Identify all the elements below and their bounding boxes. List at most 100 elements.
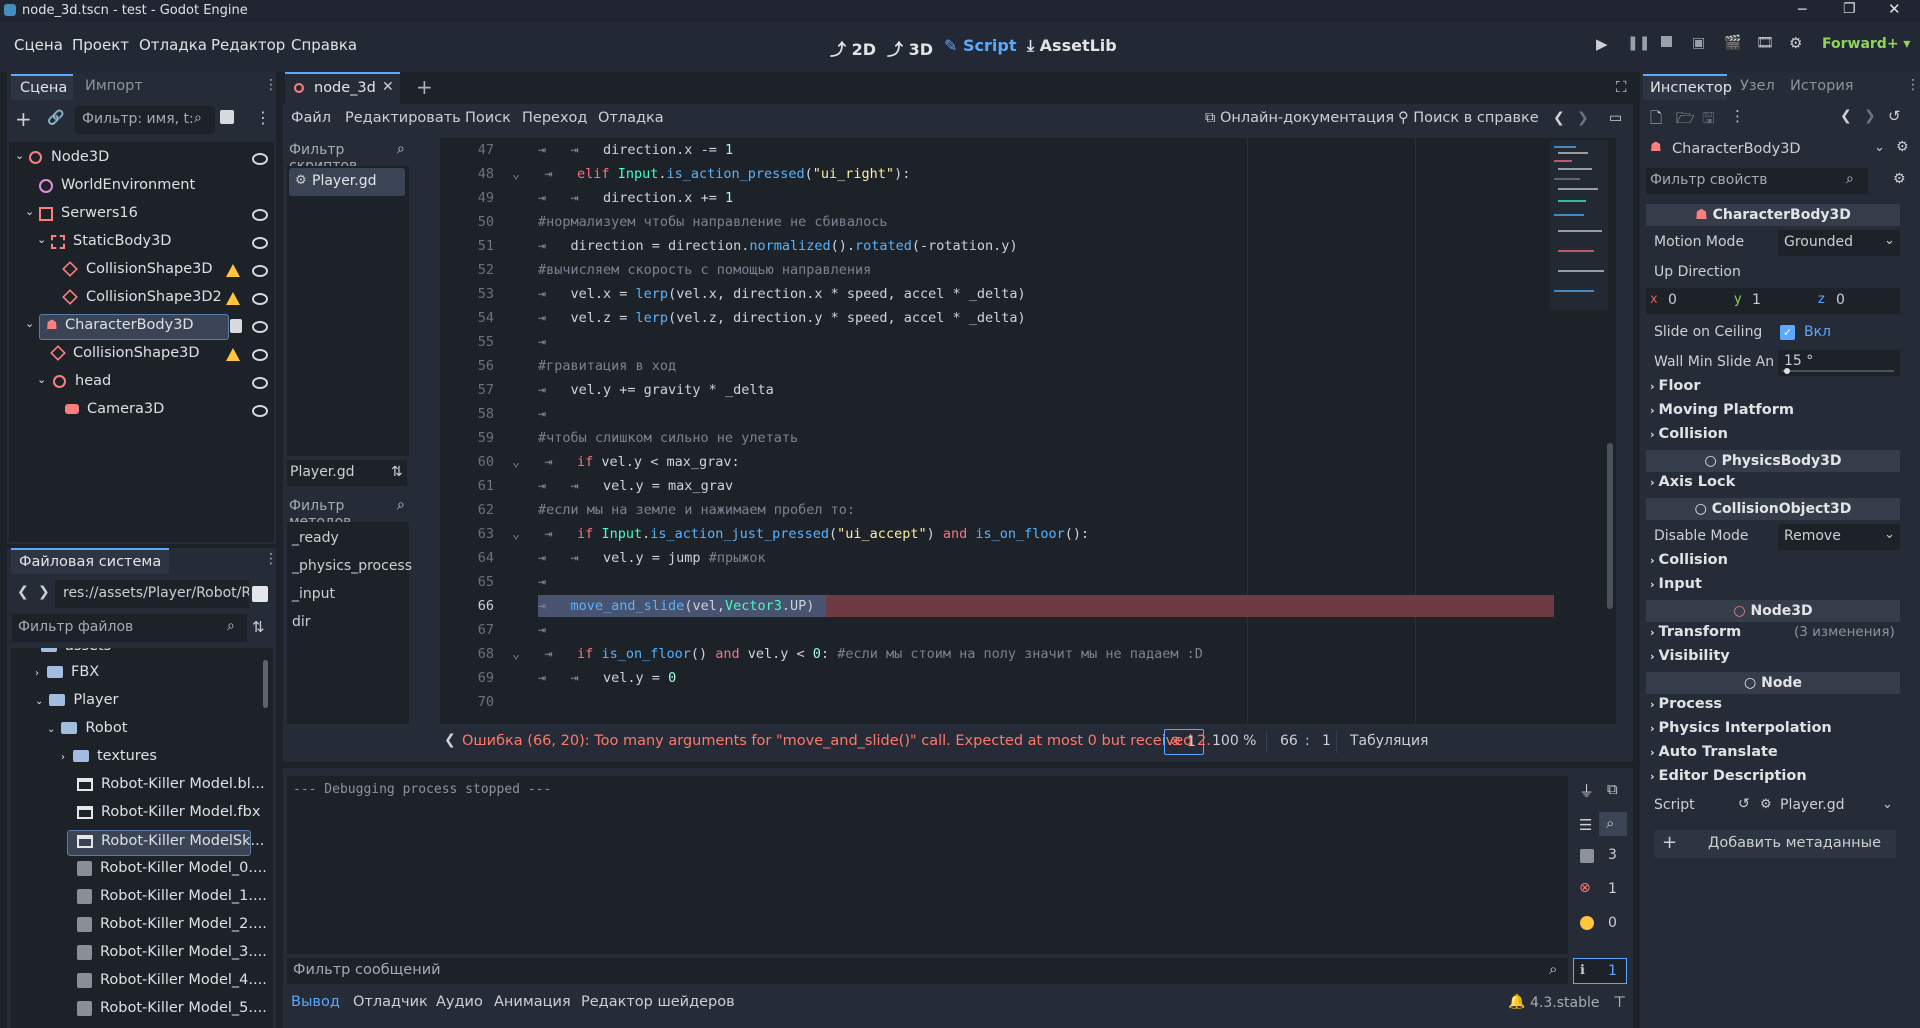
open-folder-icon[interactable]: 🗁 <box>1676 108 1695 133</box>
tab-shader-editor[interactable]: Редактор шейдеров <box>581 994 735 1010</box>
indent-mode[interactable]: Табуляция <box>1350 733 1428 749</box>
add-node-icon[interactable]: + <box>15 107 32 131</box>
method-item[interactable]: _input <box>292 586 335 602</box>
error-filter-icon[interactable]: ⊗ <box>1579 880 1591 896</box>
tab-node3d[interactable]: node_3d ✕ <box>285 72 400 104</box>
menu-debug-script[interactable]: Отладка <box>598 110 664 126</box>
section-visibility[interactable]: › Visibility <box>1646 648 1906 672</box>
file-item[interactable]: Robot-Killer Model_0.... <box>77 860 267 886</box>
toggle-scripts-icon[interactable]: ❮ <box>444 732 456 748</box>
warning-icon[interactable] <box>226 264 240 277</box>
folder-robot[interactable]: ⌄ Robot <box>47 720 127 746</box>
tree-node-node3d[interactable]: ⌄ Node3D <box>9 146 274 172</box>
section-moving-platform[interactable]: › Moving Platform <box>1646 402 1906 426</box>
info-filter-icon[interactable] <box>1580 849 1594 863</box>
tab-animation[interactable]: Анимация <box>494 994 571 1010</box>
search-toggle[interactable]: ⌕ <box>1599 812 1627 836</box>
collapse-icon[interactable]: ☰ <box>1579 816 1592 834</box>
filter-settings-icon[interactable]: ⚙ <box>1893 171 1906 187</box>
search-help-button[interactable]: ⚲ Поиск в справке <box>1398 110 1539 126</box>
script-resource-picker[interactable]: ⚙ Player.gd ⌄ <box>1760 794 1900 820</box>
dock-menu-icon[interactable]: ⋮ <box>1906 77 1920 93</box>
update-spinner-icon[interactable]: 🔔 <box>1508 994 1525 1010</box>
visibility-eye-icon[interactable] <box>252 293 268 305</box>
section-input[interactable]: › Input <box>1646 576 1906 600</box>
scene-options-icon[interactable]: ⋮ <box>255 108 271 127</box>
visibility-eye-icon[interactable] <box>252 209 268 221</box>
tab-output[interactable]: Вывод <box>291 994 340 1010</box>
prev-script-icon[interactable]: ❮ <box>1553 110 1565 126</box>
up-x-field[interactable]: 0 <box>1668 292 1677 308</box>
tab-inspector[interactable]: Инспектор <box>1643 74 1732 100</box>
visibility-eye-icon[interactable] <box>252 405 268 417</box>
object-tools-icon[interactable]: ⚙ <box>1896 139 1909 155</box>
file-item[interactable]: Robot-Killer Model.bl... <box>77 776 265 802</box>
menu-editor[interactable]: Редактор <box>211 36 285 54</box>
history-forward-icon[interactable]: ❯ <box>1864 108 1876 124</box>
method-item[interactable]: _physics_process <box>292 558 412 574</box>
method-item[interactable]: _ready <box>292 530 339 546</box>
path-field[interactable]: res://assets/Player/Robot/R <box>55 580 249 608</box>
visibility-eye-icon[interactable] <box>252 237 268 249</box>
play-icon[interactable]: ▶ <box>1596 35 1608 53</box>
split-mode-icon[interactable] <box>252 586 268 602</box>
file-item[interactable]: Robot-Killer Model_2.... <box>77 916 267 942</box>
menu-help[interactable]: Справка <box>291 36 357 54</box>
up-z-field[interactable]: 0 <box>1836 292 1845 308</box>
folder-assets[interactable]: assets <box>41 648 111 664</box>
visibility-eye-icon[interactable] <box>252 321 268 333</box>
tab-node[interactable]: Узел <box>1740 78 1775 94</box>
movie-maker-icon[interactable]: ⚙ <box>1789 34 1802 52</box>
code-scrollbar-thumb[interactable] <box>1607 443 1613 609</box>
tree-node-collisionshape3d-char[interactable]: CollisionShape3D <box>9 342 274 368</box>
copy-output-icon[interactable]: ⧉ <box>1607 780 1618 798</box>
link-icon[interactable]: 🔗 <box>47 110 64 126</box>
tab-debugger[interactable]: Отладчик <box>353 994 428 1010</box>
close-window-icon[interactable]: ✕ <box>1888 0 1901 18</box>
section-auto-translate[interactable]: › Auto Translate <box>1646 744 1906 768</box>
warning-filter-icon[interactable] <box>1580 916 1594 930</box>
add-metadata-button[interactable]: + Добавить метаданные <box>1654 830 1896 858</box>
section-collision[interactable]: › Collision <box>1646 426 1906 450</box>
menu-goto[interactable]: Переход <box>522 110 587 126</box>
online-docs-button[interactable]: ⧉ Онлайн-документация <box>1205 110 1394 126</box>
file-item[interactable]: Robot-Killer Model.fbx <box>77 804 260 830</box>
file-filter-input[interactable]: Фильтр файлов ⌕ <box>12 614 247 642</box>
error-count-button[interactable]: ⊗ 1 <box>1164 729 1204 755</box>
wall-min-slider[interactable]: 15 ° <box>1778 350 1900 376</box>
menu-debug[interactable]: Отладка <box>139 36 207 54</box>
tree-node-characterbody3d[interactable]: ⌄ ☗ CharacterBody3D <box>9 314 274 340</box>
file-item[interactable]: Robot-Killer Model_5.... <box>77 1000 267 1026</box>
tree-node-head[interactable]: ⌄ head <box>9 370 274 396</box>
file-item-selected[interactable]: Robot-Killer ModelSk... <box>67 830 264 856</box>
menu-file[interactable]: Файл <box>291 110 331 126</box>
pause-icon[interactable]: ❚❚ <box>1627 35 1650 51</box>
object-history-icon[interactable]: ↺ <box>1888 107 1901 125</box>
slide-ceiling-checkbox[interactable]: ✓ <box>1780 325 1795 340</box>
method-item[interactable]: dir <box>292 614 311 630</box>
attach-script-icon[interactable] <box>220 110 234 124</box>
maximize-icon[interactable]: ❐ <box>1843 1 1856 17</box>
play-custom-scene-icon[interactable]: 🎞 <box>1756 35 1774 51</box>
distraction-free-icon[interactable]: ⛶ <box>1616 78 1627 96</box>
visibility-eye-icon[interactable] <box>252 377 268 389</box>
object-selector[interactable]: ☗ CharacterBody3D ⌄ <box>1646 137 1892 163</box>
tree-node-worldenvironment[interactable]: WorldEnvironment <box>9 174 274 200</box>
script-attached-icon[interactable] <box>230 319 242 333</box>
sort-icon[interactable]: ⇅ <box>252 618 265 636</box>
section-axis-lock[interactable]: › Axis Lock <box>1646 474 1906 498</box>
property-filter-input[interactable]: Фильтр свойств ⌕ <box>1646 168 1868 194</box>
code-minimap[interactable] <box>1550 140 1608 310</box>
remote-debug-icon[interactable]: ▣ <box>1692 35 1705 51</box>
sort-methods-icon[interactable]: ⇅ <box>391 464 403 480</box>
workspace-assetlib-button[interactable]: ⤓ AssetLib <box>1027 36 1117 56</box>
minimize-icon[interactable]: ─ <box>1798 2 1806 18</box>
tab-audio[interactable]: Аудио <box>436 994 483 1010</box>
section-physics-interpolation[interactable]: › Physics Interpolation <box>1646 720 1906 744</box>
warning-icon[interactable] <box>226 348 240 361</box>
visibility-eye-icon[interactable] <box>252 349 268 361</box>
motion-mode-select[interactable]: Grounded ⌄ <box>1778 230 1900 256</box>
tab-scene[interactable]: Сцена <box>11 74 73 100</box>
expand-panel-icon[interactable]: ⊤ <box>1613 993 1626 1011</box>
folder-player[interactable]: ⌄ Player <box>35 692 119 718</box>
